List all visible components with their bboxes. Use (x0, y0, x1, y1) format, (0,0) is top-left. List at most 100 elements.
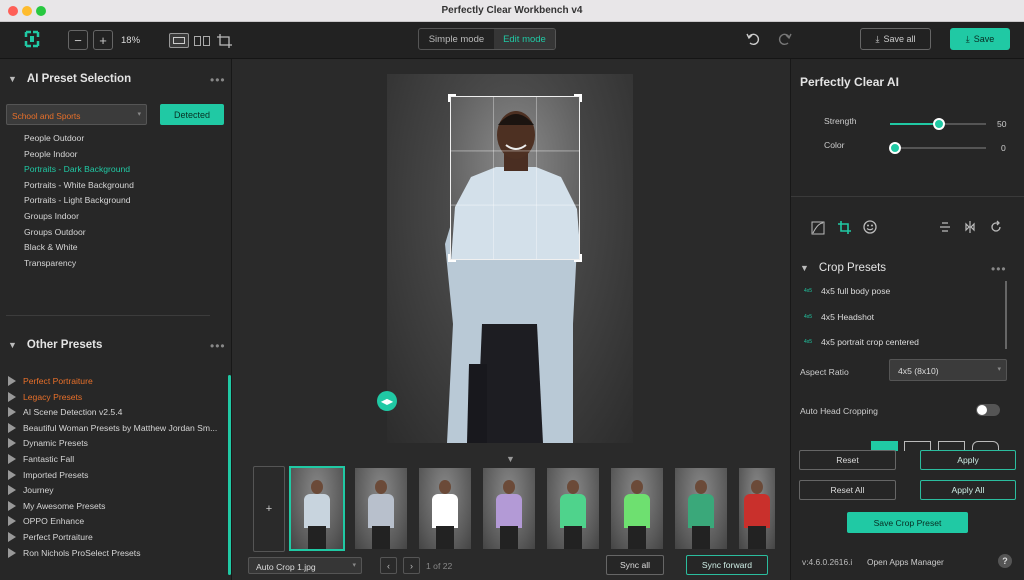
undo-icon[interactable] (746, 32, 760, 46)
reset-button[interactable]: Reset (799, 450, 896, 470)
reset-all-button[interactable]: Reset All (799, 480, 896, 500)
crop-grid (451, 97, 579, 259)
preset-item[interactable]: Black & White (24, 242, 78, 252)
other-preset-label: Journey (23, 485, 54, 496)
crop-handle-br[interactable] (574, 254, 582, 262)
zoom-out-button[interactable]: − (68, 30, 88, 50)
crop-preset-item[interactable]: 4x5 full body pose (821, 286, 890, 296)
file-select[interactable]: Auto Crop 1.jpg ▾ (248, 557, 362, 574)
other-preset-item[interactable]: My Awesome Presets (8, 500, 105, 511)
ai-preset-title: AI Preset Selection (26, 73, 132, 85)
ai-preset-more-icon[interactable]: ••• (210, 73, 226, 87)
edit-mode-tab[interactable]: Edit mode (493, 29, 555, 49)
crop-handle-bl[interactable] (448, 254, 456, 262)
single-view-button[interactable] (169, 33, 189, 48)
other-presets-header[interactable]: ▼ Other Presets (8, 339, 102, 351)
other-preset-item[interactable]: Beautiful Woman Presets by Matthew Jorda… (8, 422, 217, 433)
save-crop-preset-button[interactable]: Save Crop Preset (847, 512, 968, 533)
other-presets-title: Other Presets (26, 339, 103, 351)
other-preset-item[interactable]: OPPO Enhance (8, 516, 84, 527)
crop-preset-item[interactable]: 4x5 portrait crop centered (821, 337, 919, 347)
preset-item[interactable]: People Outdoor (24, 133, 84, 143)
strength-thumb[interactable] (933, 118, 945, 130)
other-preset-item[interactable]: Legacy Presets (8, 391, 83, 402)
sync-all-button[interactable]: Sync all (606, 555, 664, 575)
redo-icon[interactable] (778, 32, 792, 46)
crop-view-icon[interactable] (216, 33, 234, 49)
title-bar: Perfectly Clear Workbench v4 (0, 0, 1024, 22)
expand-triangle-icon (8, 547, 16, 558)
add-image-button[interactable]: + (253, 466, 285, 552)
other-preset-item[interactable]: Imported Presets (8, 469, 88, 480)
zoom-level: 18% (121, 35, 141, 46)
filmstrip-thumbnail[interactable] (611, 468, 663, 549)
compare-slider-handle[interactable]: ◀▶ (377, 391, 397, 411)
other-preset-label: Legacy Presets (23, 391, 83, 402)
preset-item[interactable]: Portraits - White Background (24, 180, 134, 190)
crop-handle-tl[interactable] (448, 94, 456, 102)
filmstrip-thumbnail[interactable] (355, 468, 407, 549)
crop-handle-tr[interactable] (574, 94, 582, 102)
filmstrip-toggle-icon[interactable]: ▼ (506, 454, 515, 464)
open-apps-manager-link[interactable]: Open Apps Manager (867, 557, 944, 567)
zoom-in-button[interactable]: + (93, 30, 113, 50)
other-presets-more-icon[interactable]: ••• (210, 339, 226, 353)
ai-preset-header[interactable]: ▼ AI Preset Selection (8, 73, 131, 85)
crop-tool-icon[interactable] (837, 220, 852, 235)
crop-list-scrollbar[interactable] (1005, 281, 1007, 349)
other-preset-item[interactable]: Ron Nichols ProSelect Presets (8, 547, 141, 558)
face-retouch-icon[interactable] (863, 220, 877, 234)
expand-triangle-icon (8, 438, 16, 449)
color-slider[interactable] (889, 142, 986, 154)
flip-vertical-icon[interactable] (938, 220, 952, 234)
prev-page-button[interactable]: ‹ (380, 557, 397, 574)
detected-button[interactable]: Detected (160, 104, 224, 125)
help-icon[interactable]: ? (998, 554, 1012, 568)
download-icon: ⤓ (875, 33, 880, 44)
filmstrip-thumbnail[interactable] (289, 466, 345, 551)
save-button[interactable]: ⤓ Save (950, 28, 1010, 50)
preset-item[interactable]: People Indoor (24, 149, 78, 159)
other-preset-item[interactable]: Perfect Portraiture (8, 376, 93, 386)
simple-mode-tab[interactable]: Simple mode (419, 29, 494, 49)
next-page-button[interactable]: › (403, 557, 420, 574)
save-all-button[interactable]: ⤓ Save all (860, 28, 931, 50)
other-preset-item[interactable]: AI Scene Detection v2.5.4 (8, 407, 123, 418)
preset-item[interactable]: Groups Indoor (24, 211, 79, 221)
apply-all-button[interactable]: Apply All (920, 480, 1016, 500)
crop-overlay[interactable] (450, 96, 580, 260)
split-view-button[interactable] (194, 36, 210, 46)
crop-preset-item[interactable]: 4x5 Headshot (821, 312, 874, 322)
preset-item[interactable]: Portraits - Light Background (24, 195, 131, 205)
other-preset-label: Fantastic Fall (23, 454, 75, 464)
filmstrip-thumbnail[interactable] (419, 468, 471, 549)
filmstrip-thumbnail[interactable] (739, 468, 775, 549)
rotate-icon[interactable] (989, 220, 1003, 234)
expand-triangle-icon (8, 485, 16, 496)
crop-presets-header[interactable]: ▼ Crop Presets (800, 262, 886, 274)
other-preset-item[interactable]: Perfect Portraiture (8, 532, 93, 542)
crop-presets-more-icon[interactable]: ••• (991, 262, 1007, 276)
other-preset-item[interactable]: Fantastic Fall (8, 454, 74, 464)
other-preset-item[interactable]: Dynamic Presets (8, 438, 88, 449)
other-preset-label: AI Scene Detection v2.5.4 (23, 407, 123, 418)
aspect-ratio-select[interactable]: 4x5 (8x10) ▾ (889, 359, 1007, 381)
preset-item[interactable]: Groups Outdoor (24, 227, 86, 237)
left-scrollbar[interactable] (228, 375, 231, 575)
color-thumb[interactable] (889, 142, 901, 154)
expand-triangle-icon (8, 422, 16, 433)
filmstrip-thumbnail[interactable] (547, 468, 599, 549)
other-preset-item[interactable]: Journey (8, 485, 54, 496)
apply-button[interactable]: Apply (920, 450, 1016, 470)
filmstrip-thumbnail[interactable] (675, 468, 727, 549)
preset-item[interactable]: Portraits - Dark Background (24, 164, 130, 174)
tone-curve-icon[interactable] (811, 221, 825, 235)
sync-forward-button[interactable]: Sync forward (686, 555, 768, 575)
filmstrip-thumbnail[interactable] (483, 468, 535, 549)
preset-category-dropdown[interactable]: School and Sports ▾ (6, 104, 147, 125)
auto-head-toggle[interactable] (976, 404, 1000, 416)
flip-horizontal-icon[interactable] (963, 220, 977, 234)
strength-slider[interactable] (890, 118, 986, 130)
save-download-icon: ⤓ (965, 33, 970, 44)
preset-item[interactable]: Transparency (24, 258, 76, 268)
